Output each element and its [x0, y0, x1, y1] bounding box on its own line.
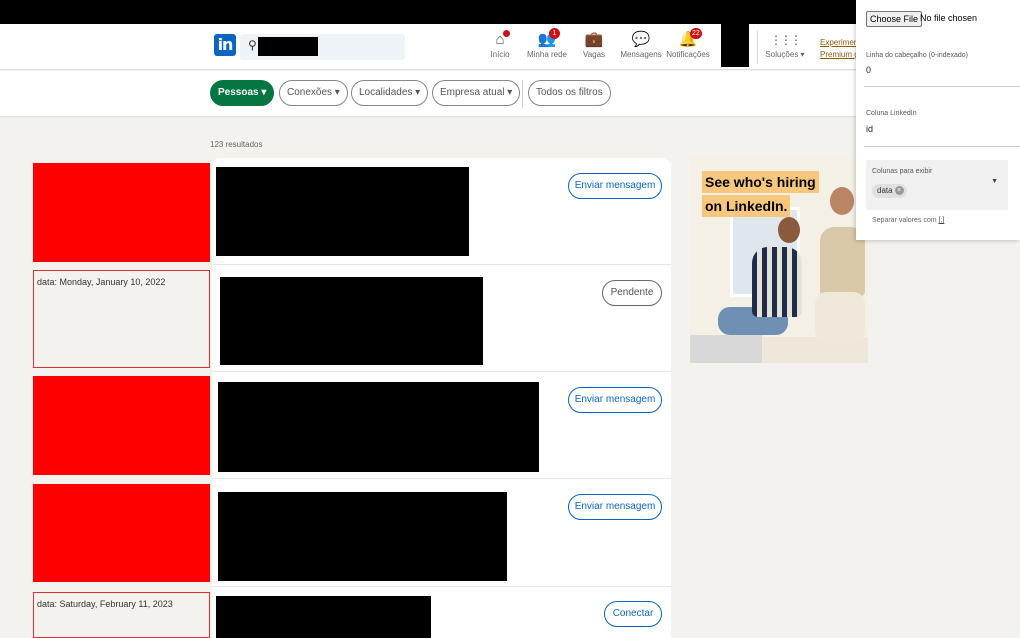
date-annotation: data: Monday, January 10, 2022: [33, 270, 210, 368]
search-icon: ⚲: [248, 38, 257, 52]
search-input[interactable]: ⚲: [240, 34, 405, 60]
ad-headline-line-1: See who's hiring: [702, 171, 819, 193]
hint-separator: [;]: [938, 217, 945, 224]
nav-item-notifications[interactable]: 🔔 22 Notificações: [658, 28, 718, 59]
column-tag[interactable]: data ×: [872, 184, 907, 198]
display-columns-label: Colunas para exibir: [872, 168, 933, 175]
results-count: 123 resultados: [210, 140, 263, 149]
connect-button[interactable]: Conectar: [604, 601, 662, 627]
send-message-button[interactable]: Enviar mensagem: [568, 387, 662, 413]
result-card[interactable]: Pendente: [212, 265, 671, 372]
linkedin-column-input[interactable]: id: [866, 124, 873, 134]
nav-item-solutions[interactable]: ⋮⋮⋮ Soluções ▾: [755, 30, 815, 59]
highlight-marker: [33, 484, 210, 582]
redacted-profile-info: [218, 492, 507, 581]
display-columns-select[interactable]: Colunas para exibir data × ▼: [866, 160, 1008, 210]
redacted-profile-info: [218, 382, 539, 472]
hiring-ad[interactable]: See who's hiring on LinkedIn.: [690, 157, 868, 363]
nav-item-label: Vagas: [582, 50, 606, 59]
column-tag-label: data: [877, 186, 893, 195]
network-badge: 1: [549, 28, 560, 39]
filter-locations[interactable]: Localidades ▾: [351, 80, 429, 106]
result-card[interactable]: Enviar mensagem: [212, 158, 671, 265]
nav-item-label: Início: [490, 50, 510, 59]
result-card[interactable]: Enviar mensagem: [212, 479, 671, 587]
filter-all-filters[interactable]: Todos os filtros: [528, 80, 611, 106]
nav-item-label: Mensagens: [620, 50, 662, 59]
redacted-profile-info: [216, 596, 431, 638]
remove-tag-icon[interactable]: ×: [894, 186, 904, 196]
ad-laptop: [690, 335, 762, 363]
ad-person-2-legs: [815, 292, 865, 342]
file-status: No file chosen: [920, 13, 978, 23]
linkedin-column-label: Coluna LinkedIn: [866, 110, 917, 117]
extension-panel: Choose File No file chosen Linha do cabe…: [856, 0, 1020, 240]
choose-file-button[interactable]: Choose File: [866, 11, 923, 27]
pending-button[interactable]: Pendente: [602, 280, 662, 306]
nav-divider: [757, 30, 758, 64]
redacted-profile: [721, 24, 749, 67]
nav-item-label: Notificações: [666, 50, 710, 59]
send-message-button[interactable]: Enviar mensagem: [568, 173, 662, 199]
nav-item-label: Minha rede: [526, 50, 568, 59]
ad-headline-line-2: on LinkedIn.: [702, 195, 791, 217]
send-message-button[interactable]: Enviar mensagem: [568, 494, 662, 520]
ad-person-2-head: [830, 187, 854, 215]
hint-text: Separar valores com: [872, 217, 939, 224]
redacted-profile-info: [220, 277, 483, 365]
header-row-input[interactable]: 0: [866, 65, 871, 75]
ad-person-1-head: [778, 217, 800, 243]
filter-divider: [522, 80, 523, 108]
grid-icon: ⋮⋮⋮: [770, 33, 802, 47]
result-card[interactable]: Conectar: [212, 587, 671, 638]
filter-connections[interactable]: Conexões ▾: [279, 80, 348, 106]
nav-item-label: Soluções ▾: [765, 50, 805, 59]
highlight-marker: [33, 376, 210, 475]
redacted-search-text: [258, 37, 318, 56]
field-divider: [864, 86, 1020, 87]
home-notification-dot: [503, 30, 510, 37]
redacted-profile-info: [216, 167, 469, 256]
filter-people[interactable]: Pessoas ▾: [210, 80, 275, 106]
bell-icon: 🔔 22: [678, 28, 702, 48]
ad-headline: See who's hiring on LinkedIn.: [702, 171, 819, 219]
ad-person-1: [752, 247, 802, 317]
date-annotation: data: Saturday, February 11, 2023: [33, 592, 210, 638]
chevron-down-icon[interactable]: ▼: [991, 178, 998, 185]
highlight-marker: [33, 163, 210, 262]
header-row-label: Linha do cabeçalho (0-indexado): [866, 52, 968, 59]
separator-hint: Separar valores com [;]: [872, 217, 944, 224]
field-divider: [864, 146, 1020, 147]
result-card[interactable]: Enviar mensagem: [212, 372, 671, 479]
notifications-badge: 22: [690, 28, 702, 39]
linkedin-logo-icon[interactable]: in: [214, 34, 236, 56]
filter-current-company[interactable]: Empresa atual ▾: [432, 80, 521, 106]
